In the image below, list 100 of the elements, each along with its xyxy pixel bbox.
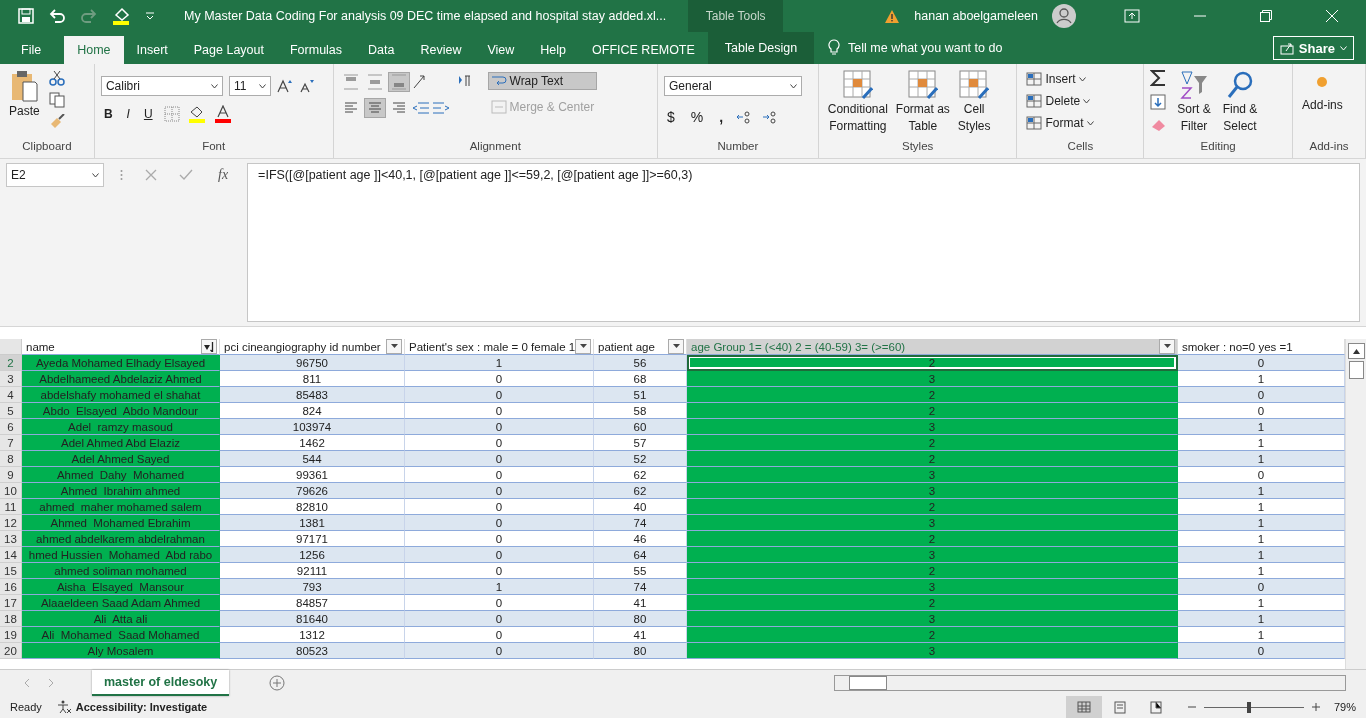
shrink-font-icon[interactable]: [298, 79, 315, 93]
grow-font-icon[interactable]: [276, 79, 293, 93]
row-header[interactable]: 6: [0, 419, 22, 435]
column-header[interactable]: pci cineangiography id number: [220, 339, 405, 355]
row-header[interactable]: 18: [0, 611, 22, 627]
filter-button[interactable]: [668, 339, 684, 354]
cells-button[interactable]: Format: [1023, 114, 1138, 132]
paste-button[interactable]: Paste: [6, 68, 43, 140]
cells-button[interactable]: Insert: [1023, 70, 1138, 88]
ribbon-tab[interactable]: Data: [355, 36, 408, 64]
increase-indent-icon[interactable]: [431, 101, 450, 115]
row-header[interactable]: 14: [0, 547, 22, 563]
horizontal-align-button[interactable]: [363, 98, 386, 118]
styles-button[interactable]: Cell Styles: [954, 68, 994, 140]
font-name-field[interactable]: Calibri: [100, 76, 223, 96]
caret-icon[interactable]: [1078, 76, 1086, 82]
row-header[interactable]: 17: [0, 595, 22, 611]
fill-color-icon[interactable]: [187, 105, 206, 123]
vertical-align-button[interactable]: [387, 72, 410, 92]
copy-icon[interactable]: [48, 92, 65, 108]
number-format-field[interactable]: General: [664, 76, 802, 96]
caret-icon[interactable]: [1083, 98, 1091, 104]
accessibility-status[interactable]: Accessibility: Investigate: [75, 701, 208, 713]
customize-icon[interactable]: [146, 12, 154, 20]
horizontal-scrollbar[interactable]: [834, 675, 1346, 691]
currency-button[interactable]: $: [664, 107, 678, 127]
scroll-thumb[interactable]: [1348, 361, 1364, 379]
row-header[interactable]: 4: [0, 387, 22, 403]
filter-button[interactable]: [201, 339, 217, 354]
decrease-indent-icon[interactable]: [411, 101, 430, 115]
caret-icon[interactable]: [92, 172, 99, 178]
ribbon-tab[interactable]: Page Layout: [180, 36, 277, 64]
zoom-out-icon[interactable]: [1187, 703, 1196, 711]
restore-icon[interactable]: [1260, 10, 1272, 22]
zoom-in-icon[interactable]: [1311, 703, 1320, 711]
ribbon-tab[interactable]: Home: [64, 36, 124, 64]
cut-icon[interactable]: [48, 70, 65, 86]
formula-field[interactable]: =IFS([@[patient age ]]<40,1, [@[patient age ]]<=59,2, [@[patient age ]]>=60,3): [247, 163, 1360, 322]
ribbon-tab[interactable]: Help: [527, 36, 580, 64]
undo-icon[interactable]: [48, 9, 66, 23]
row-header[interactable]: 19: [0, 627, 22, 643]
caret-icon[interactable]: [210, 83, 218, 89]
italic-button[interactable]: I: [123, 105, 133, 123]
increase-decimal-icon[interactable]: [736, 110, 753, 124]
fill-down-icon[interactable]: [1150, 94, 1169, 110]
find-select-button[interactable]: Find & Select: [1219, 68, 1261, 140]
row-header[interactable]: 5: [0, 403, 22, 419]
column-header[interactable]: Patient's sex : male = 0 female 1: [405, 339, 594, 355]
ribbon-tab[interactable]: Insert: [123, 36, 181, 64]
row-header[interactable]: 20: [0, 643, 22, 659]
row-header[interactable]: 2: [0, 355, 22, 371]
filter-button[interactable]: [386, 339, 402, 354]
column-header[interactable]: age Group 1= (<40) 2 = (40-59) 3= (>=60): [687, 339, 1178, 355]
percent-button[interactable]: %: [687, 107, 707, 127]
add-ins-button[interactable]: Add-ins: [1299, 74, 1346, 140]
ribbon-tab[interactable]: View: [474, 36, 528, 64]
bold-button[interactable]: B: [100, 105, 116, 123]
row-header[interactable]: 3: [0, 371, 22, 387]
cells-button[interactable]: Delete: [1023, 92, 1138, 110]
fill-color-icon[interactable]: [112, 7, 132, 25]
column-header[interactable]: smoker : no=0 yes =1: [1178, 339, 1345, 355]
ribbon-tab[interactable]: OFFICE REMOTE: [579, 36, 708, 64]
comma-button[interactable]: ,: [716, 107, 727, 127]
sort-filter-button[interactable]: Sort & Filter: [1174, 68, 1214, 140]
share-button[interactable]: Share: [1272, 36, 1354, 60]
ribbon-tab[interactable]: Table Design: [707, 32, 815, 64]
insert-function-button[interactable]: fx: [215, 165, 232, 185]
ribbon-tab[interactable]: Review: [407, 36, 475, 64]
save-icon[interactable]: [18, 8, 34, 24]
caret-icon[interactable]: [1086, 120, 1094, 126]
underline-button[interactable]: U: [140, 105, 156, 123]
caret-icon[interactable]: [258, 83, 266, 89]
ribbon-tab[interactable]: Formulas: [276, 36, 356, 64]
row-header[interactable]: 15: [0, 563, 22, 579]
row-header[interactable]: 16: [0, 579, 22, 595]
wrap-text-button[interactable]: Wrap Text: [487, 72, 598, 90]
styles-button[interactable]: Conditional Formatting: [824, 68, 891, 140]
new-sheet-icon[interactable]: [269, 675, 286, 691]
row-header[interactable]: 13: [0, 531, 22, 547]
vertical-scrollbar[interactable]: [1345, 339, 1366, 669]
lightbulb-icon[interactable]: [828, 39, 841, 57]
ribbon-display-icon[interactable]: [1124, 9, 1140, 23]
font-size-field[interactable]: 11: [228, 76, 271, 96]
styles-button[interactable]: Format as Table: [892, 68, 953, 140]
decrease-decimal-icon[interactable]: [762, 110, 779, 124]
zoom-level[interactable]: 79%: [1333, 701, 1356, 713]
avatar-icon[interactable]: [1052, 4, 1076, 28]
font-color-icon[interactable]: [213, 105, 232, 123]
ribbon-tab[interactable]: File: [8, 36, 55, 64]
close-icon[interactable]: [1326, 10, 1338, 22]
row-header[interactable]: 11: [0, 499, 22, 515]
column-header[interactable]: patient age: [594, 339, 687, 355]
zoom-slider-thumb[interactable]: [1246, 701, 1251, 713]
tell-me-field[interactable]: Tell me what you want to do: [848, 41, 1003, 55]
sheet-tab[interactable]: master of eldesoky: [92, 670, 230, 696]
filter-button[interactable]: [575, 339, 592, 354]
name-box[interactable]: E2: [6, 163, 104, 187]
row-header[interactable]: 9: [0, 467, 22, 483]
filter-button[interactable]: [1159, 339, 1175, 354]
row-header[interactable]: 12: [0, 515, 22, 531]
